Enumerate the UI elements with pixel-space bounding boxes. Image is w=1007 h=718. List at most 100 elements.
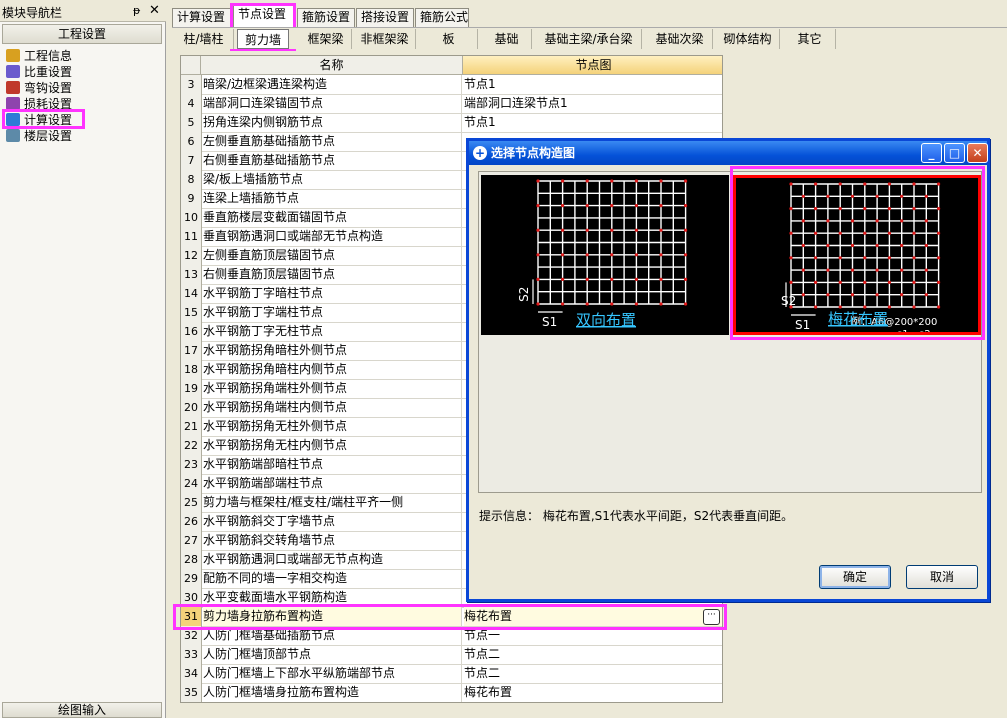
nav-item-2[interactable]: 弯钩设置 <box>6 80 158 96</box>
row-name: 剪力墙身拉筋布置构造 <box>203 607 462 626</box>
nav-group-drawing-input[interactable]: 绘图输入 <box>2 702 162 718</box>
row-name: 人防门框墙基础插筋节点 <box>203 626 462 645</box>
tie-bar-dot <box>838 305 842 309</box>
tie-bar-dot <box>634 228 638 232</box>
column-header-name[interactable]: 名称 <box>201 56 463 75</box>
option-caption: 梅花布置 <box>828 310 888 328</box>
table-row[interactable]: 3 暗梁/边框梁遇连梁构造 节点1 <box>181 75 722 95</box>
tie-bar-dot <box>610 179 614 183</box>
tie-bar-dot <box>850 243 855 248</box>
row-name: 水平钢筋拐角端柱外侧节点 <box>203 379 462 398</box>
tie-bar-dot <box>634 277 638 281</box>
floor-icon <box>6 129 20 142</box>
tie-bar-dot <box>937 305 941 309</box>
tab-4[interactable]: 箍筋公式 <box>415 8 469 27</box>
tie-bar-dot <box>814 182 818 186</box>
tab-2[interactable]: 箍筋设置 <box>297 8 355 27</box>
row-name: 水平钢筋斜交丁字墙节点 <box>203 512 462 531</box>
tie-bar-dot <box>887 182 891 186</box>
nav-item-5[interactable]: 楼层设置 <box>6 128 158 144</box>
tie-bar-dot <box>585 228 589 232</box>
table-row[interactable]: 5 拐角连梁内侧钢筋节点 节点1 <box>181 113 722 133</box>
tab-1[interactable]: 节点设置 <box>233 5 296 27</box>
tie-bar-dot <box>610 253 614 257</box>
dialog-title: 选择节点构造图 <box>469 141 987 165</box>
row-node[interactable]: 梅花布置 <box>464 683 722 702</box>
table-row[interactable]: 34 人防门框墙上下部水平纵筋端部节点 节点二 <box>181 664 722 684</box>
tie-bar-dot <box>610 228 614 232</box>
tie-bar-dot <box>937 182 941 186</box>
tie-bar-dot <box>850 194 855 198</box>
option-plum-blossom[interactable]: S2S1例：A6@200*200s1s2梅花布置 <box>733 175 981 335</box>
example-s2: s2 <box>919 329 931 332</box>
tie-bar-dot <box>684 277 688 281</box>
subtab-8[interactable]: 砌体结构 <box>716 29 780 49</box>
subtab-3[interactable]: 非框架梁 <box>354 29 416 49</box>
nav-item-label: 弯钩设置 <box>24 81 73 95</box>
dim-label-s2: S2 <box>517 287 531 302</box>
tie-bar-dot <box>863 231 867 235</box>
nav-group-project-settings[interactable]: 工程设置 <box>2 24 162 44</box>
row-node[interactable]: 梅花布置 <box>464 607 722 626</box>
tie-bar-dot <box>814 256 818 260</box>
tie-bar-dot <box>789 207 793 211</box>
row-number: 22 <box>181 436 202 455</box>
table-row[interactable]: 32 人防门框墙基础插筋节点 节点一 <box>181 626 722 646</box>
row-node[interactable]: 节点一 <box>464 626 722 645</box>
tie-bar-dot <box>634 204 638 208</box>
row-number: 19 <box>181 379 202 398</box>
row-name: 水平变截面墙水平钢筋构造 <box>203 588 462 607</box>
tie-bar-dot <box>561 302 565 306</box>
nav-header: 模块导航栏 ᵽ ✕ <box>0 0 166 22</box>
subtab-7[interactable]: 基础次梁 <box>647 29 713 49</box>
table-row[interactable]: 35 人防门框墙墙身拉筋布置构造 梅花布置 <box>181 683 722 702</box>
subtab-2[interactable]: 框架梁 <box>300 29 352 49</box>
tab-0[interactable]: 计算设置 <box>172 8 232 27</box>
pin-icon[interactable]: ᵽ <box>133 4 140 17</box>
nav-item-4[interactable]: 计算设置 <box>6 112 158 128</box>
close-button[interactable]: ✕ <box>967 143 988 163</box>
subtab-9[interactable]: 其它 <box>784 29 836 49</box>
row-number: 18 <box>181 360 202 379</box>
tie-bar-dot <box>937 231 941 235</box>
table-row[interactable]: 33 人防门框墙顶部节点 节点二 <box>181 645 722 665</box>
row-name: 水平钢筋拐角端柱内侧节点 <box>203 398 462 417</box>
table-row[interactable]: 4 端部洞口连梁锚固节点 端部洞口连梁节点1 <box>181 94 722 114</box>
subtab-6[interactable]: 基础主梁/承台梁 <box>536 29 642 49</box>
tie-bar-dot <box>900 219 904 223</box>
ellipsis-button[interactable]: ··· <box>703 609 720 625</box>
ok-button[interactable]: 确定 <box>819 565 891 589</box>
tie-bar-dot <box>875 194 879 198</box>
option-bidirectional[interactable]: S2 S1 双向布置 <box>481 175 729 335</box>
tie-bar-dot <box>912 305 916 309</box>
tab-3[interactable]: 搭接设置 <box>356 8 414 27</box>
table-row[interactable]: 31 剪力墙身拉筋布置构造 梅花布置 ··· <box>181 607 722 627</box>
subtab-1[interactable]: 剪力墙 <box>237 29 289 49</box>
row-number: 23 <box>181 455 202 474</box>
close-icon[interactable]: ✕ <box>149 3 160 18</box>
subtab-0[interactable]: 柱/墙柱 <box>174 29 234 49</box>
row-node[interactable]: 节点1 <box>464 75 722 94</box>
row-node[interactable]: 节点二 <box>464 645 722 664</box>
row-name: 水平钢筋拐角无柱内侧节点 <box>203 436 462 455</box>
nav-item-0[interactable]: 工程信息 <box>6 48 158 64</box>
minimize-button[interactable]: _ <box>921 143 942 163</box>
row-number: 34 <box>181 664 202 683</box>
tie-bar-dot <box>875 219 879 223</box>
cancel-button[interactable]: 取消 <box>906 565 978 589</box>
subtab-4[interactable]: 板 <box>420 29 478 49</box>
row-node[interactable]: 节点1 <box>464 113 722 132</box>
column-header-node[interactable]: 节点图 <box>463 56 722 75</box>
row-number: 14 <box>181 284 202 303</box>
tie-bar-dot <box>875 243 879 248</box>
tie-bar-dot <box>924 268 928 272</box>
nav-item-3[interactable]: 损耗设置 <box>6 96 158 112</box>
row-number: 13 <box>181 265 202 284</box>
nav-item-1[interactable]: 比重设置 <box>6 64 158 80</box>
row-node[interactable]: 端部洞口连梁节点1 <box>464 94 722 113</box>
tie-bar-dot <box>561 204 565 208</box>
subtab-5[interactable]: 基础 <box>482 29 532 49</box>
row-node[interactable]: 节点二 <box>464 664 722 683</box>
tie-bar-dot <box>789 280 793 284</box>
maximize-button[interactable]: □ <box>944 143 965 163</box>
